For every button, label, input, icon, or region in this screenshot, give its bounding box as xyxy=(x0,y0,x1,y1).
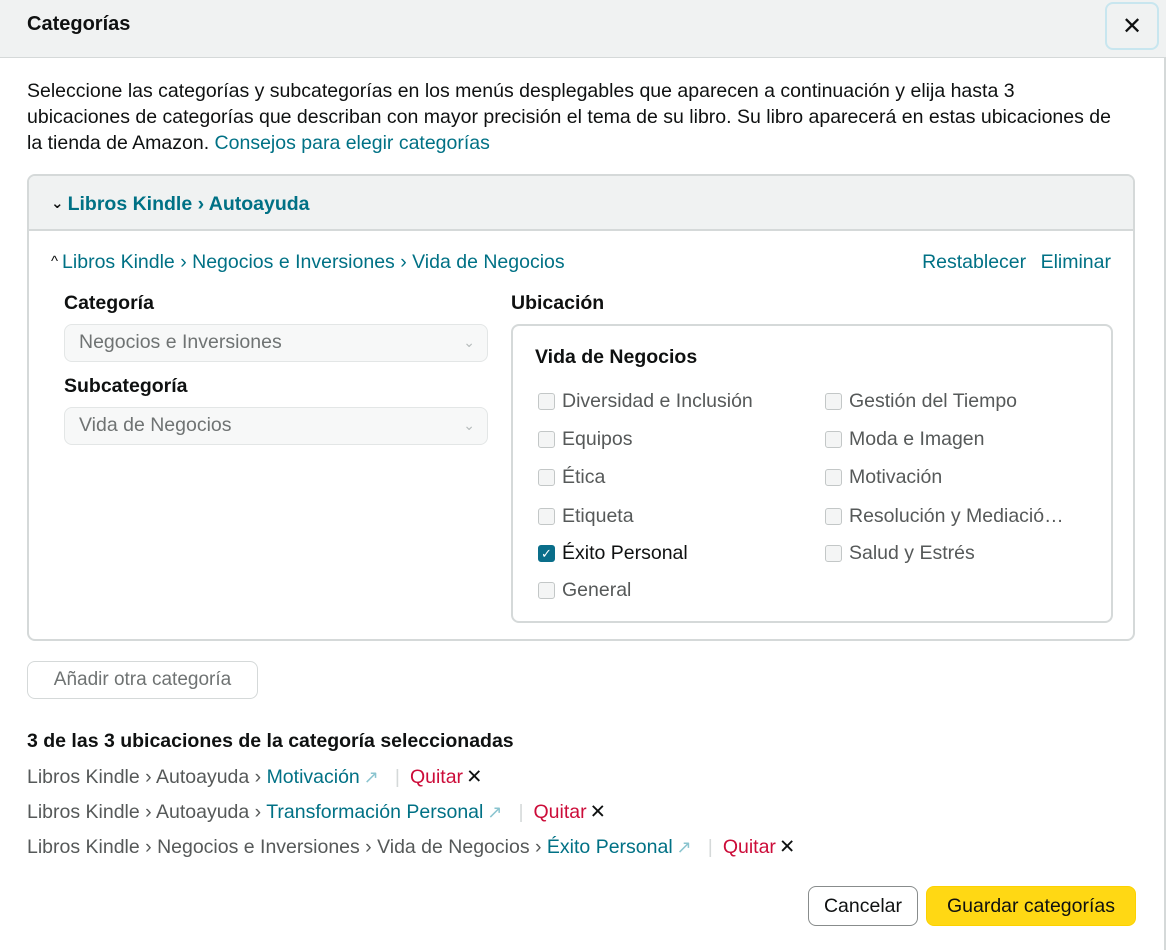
dialog-header: Categorías ✕ xyxy=(0,0,1166,58)
divider: | xyxy=(707,836,713,858)
intro-text: Seleccione las categorías y subcategoría… xyxy=(27,78,1117,156)
subcategory-select[interactable]: Vida de Negocios ⌄ xyxy=(64,407,488,445)
remove-link[interactable]: Quitar xyxy=(410,766,463,788)
chevron-up-icon: ^ xyxy=(51,253,59,270)
option-exito-personal[interactable]: ✓ Éxito Personal xyxy=(538,542,688,565)
close-icon[interactable]: ✕ xyxy=(590,801,606,823)
option-label: Salud y Estrés xyxy=(849,542,975,564)
external-link-icon: ↗ xyxy=(676,837,692,857)
option-resolucion[interactable]: Resolución y Mediació… xyxy=(825,505,1064,528)
chevron-down-icon: ⌄ xyxy=(463,334,475,350)
category-panel: ⌄ Libros Kindle › Autoayuda ^ Libros Kindl… xyxy=(27,174,1135,641)
close-icon[interactable]: ✕ xyxy=(466,766,482,788)
selected-item: Libros Kindle › Autoayuda › Transformaci… xyxy=(27,800,606,824)
option-label: General xyxy=(562,579,632,601)
chevron-down-icon: ⌄ xyxy=(51,195,64,212)
add-category-button[interactable]: Añadir otra categoría xyxy=(27,661,258,699)
divider: | xyxy=(518,801,524,823)
expanded-category-label[interactable]: ^ Libros Kindle › Negocios e Inversiones … xyxy=(51,251,565,274)
checkbox[interactable] xyxy=(538,508,555,525)
option-general[interactable]: General xyxy=(538,579,631,602)
option-label: Equipos xyxy=(562,428,633,450)
collapsed-category-entry[interactable]: ⌄ Libros Kindle › Autoayuda xyxy=(29,176,1133,231)
option-label: Gestión del Tiempo xyxy=(849,390,1018,412)
checkbox[interactable] xyxy=(825,393,842,410)
option-label: Etiqueta xyxy=(562,505,634,527)
checkbox[interactable] xyxy=(825,431,842,448)
selected-path: Libros Kindle › Autoayuda › xyxy=(27,801,267,823)
checkbox[interactable] xyxy=(538,582,555,599)
collapsed-category-path: Libros Kindle › Autoayuda xyxy=(67,193,310,215)
option-salud-estres[interactable]: Salud y Estrés xyxy=(825,542,975,565)
category-select-value: Negocios e Inversiones xyxy=(79,331,282,353)
external-link-icon: ↗ xyxy=(487,802,503,822)
cancel-button[interactable]: Cancelar xyxy=(808,886,918,926)
subcategory-select-value: Vida de Negocios xyxy=(79,414,232,436)
selected-leaf-link[interactable]: Transformación Personal xyxy=(266,801,483,823)
option-etiqueta[interactable]: Etiqueta xyxy=(538,505,634,528)
category-label: Categoría xyxy=(64,292,154,314)
checkbox-checked[interactable]: ✓ xyxy=(538,545,555,562)
selected-path: Libros Kindle › Autoayuda › xyxy=(27,766,267,788)
checkbox[interactable] xyxy=(825,469,842,486)
external-link-icon: ↗ xyxy=(363,767,379,787)
location-label: Ubicación xyxy=(511,292,605,314)
category-select[interactable]: Negocios e Inversiones ⌄ xyxy=(64,324,488,362)
checkbox[interactable] xyxy=(825,508,842,525)
reset-link[interactable]: Restablecer xyxy=(922,251,1026,273)
close-icon: ✕ xyxy=(1121,12,1143,40)
remove-link[interactable]: Quitar xyxy=(534,801,587,823)
option-moda-imagen[interactable]: Moda e Imagen xyxy=(825,428,985,451)
divider: | xyxy=(394,766,400,788)
location-title: Vida de Negocios xyxy=(535,346,698,368)
option-etica[interactable]: Ética xyxy=(538,466,605,489)
option-label: Moda e Imagen xyxy=(849,428,985,450)
collapsed-category-label[interactable]: ⌄ Libros Kindle › Autoayuda xyxy=(51,193,310,216)
subcategory-label: Subcategoría xyxy=(64,375,188,397)
selected-path: Libros Kindle › Negocios e Inversiones ›… xyxy=(27,836,547,858)
option-label: Resolución y Mediació… xyxy=(849,505,1064,527)
intro-body: Seleccione las categorías y subcategoría… xyxy=(27,80,1111,154)
tips-link[interactable]: Consejos para elegir categorías xyxy=(215,132,490,154)
close-button[interactable]: ✕ xyxy=(1105,2,1159,50)
checkbox[interactable] xyxy=(825,545,842,562)
save-categories-button[interactable]: Guardar categorías xyxy=(926,886,1136,926)
option-motivacion[interactable]: Motivación xyxy=(825,466,942,489)
option-label: Motivación xyxy=(849,466,943,488)
remove-link[interactable]: Quitar xyxy=(723,836,776,858)
selected-item: Libros Kindle › Negocios e Inversiones ›… xyxy=(27,835,795,859)
option-equipos[interactable]: Equipos xyxy=(538,428,632,451)
selected-summary-title: 3 de las 3 ubicaciones de la categoría s… xyxy=(27,730,514,752)
option-diversidad[interactable]: Diversidad e Inclusión xyxy=(538,390,753,413)
option-label: Diversidad e Inclusión xyxy=(562,390,753,412)
expanded-category-path: Libros Kindle › Negocios e Inversiones ›… xyxy=(62,251,565,273)
location-box: Vida de Negocios Diversidad e Inclusión … xyxy=(511,324,1113,623)
entry-actions: Restablecer Eliminar xyxy=(913,251,1111,274)
close-icon[interactable]: ✕ xyxy=(779,836,795,858)
checkbox[interactable] xyxy=(538,469,555,486)
selected-leaf-link[interactable]: Éxito Personal xyxy=(547,836,673,858)
dialog-title: Categorías xyxy=(27,13,131,35)
checkmark-icon: ✓ xyxy=(541,545,552,561)
selected-item: Libros Kindle › Autoayuda › Motivación ↗ |… xyxy=(27,765,482,789)
delete-link[interactable]: Eliminar xyxy=(1041,251,1111,273)
chevron-down-icon: ⌄ xyxy=(463,417,475,433)
option-label: Ética xyxy=(562,466,606,488)
selected-leaf-link[interactable]: Motivación xyxy=(267,766,360,788)
checkbox[interactable] xyxy=(538,431,555,448)
option-label: Éxito Personal xyxy=(562,542,688,564)
option-gestion-tiempo[interactable]: Gestión del Tiempo xyxy=(825,390,1017,413)
checkbox[interactable] xyxy=(538,393,555,410)
